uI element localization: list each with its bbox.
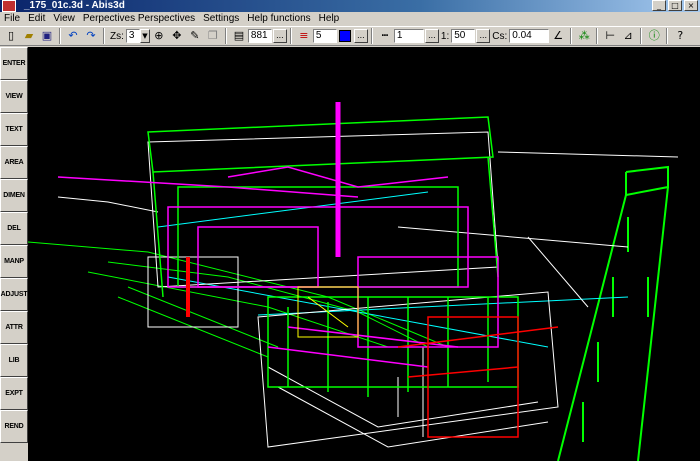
layer-field[interactable]: 881 [247,29,272,43]
toolbar-separator [224,28,227,44]
measure-icon[interactable]: ⊿ [620,28,636,44]
menu-edit[interactable]: Edit [24,12,49,26]
color-swatch[interactable] [338,30,351,42]
dimension-icon[interactable]: ⊢ [602,28,618,44]
command-enter-button[interactable]: ENTER [0,47,28,80]
menu-help-functions[interactable]: Help functions [243,12,314,26]
toolbar-separator [289,28,292,44]
pen-browse-button[interactable]: ... [353,29,368,43]
open-folder-icon[interactable]: ▰ [21,28,37,44]
save-icon[interactable]: ▣ [39,28,55,44]
toolbar-separator [666,28,669,44]
zs-label: Zs: [110,30,124,42]
pan-icon[interactable]: ✥ [169,28,185,44]
copy-icon[interactable]: ❐ [205,28,221,44]
new-file-icon[interactable]: ▯ [3,28,19,44]
menu-view[interactable]: View [49,12,79,26]
line-type-browse-button[interactable]: ... [424,29,439,43]
edit-icon[interactable]: ✎ [187,28,203,44]
cs-label: Cs: [492,30,508,42]
toolbar-separator [103,28,105,44]
wireframe-model [28,102,679,461]
menu-bar: File Edit View Perpectives Perspectives … [0,12,700,26]
angle-icon[interactable]: ∠ [550,28,566,44]
toolbar-separator [640,28,643,44]
layer-browse-button[interactable]: ... [272,29,287,43]
line-type-icon: ┅ [381,29,389,42]
layer-icon: ▤ [233,29,245,42]
menu-file[interactable]: File [0,12,24,26]
redo-icon[interactable]: ↷ [83,28,99,44]
help-icon[interactable]: ? [672,28,688,44]
cs-field[interactable]: 0.04 [509,29,550,43]
window-title: _175_01c.3d - Abis3d [24,0,125,11]
command-rend-button[interactable]: REND [0,410,28,443]
command-lib-button[interactable]: LIB [0,344,28,377]
info-icon[interactable]: ⓘ [646,28,662,44]
toolbar-separator [570,28,573,44]
title-bar: _175_01c.3d - Abis3d _ □ × [0,0,700,12]
toolbar-separator [596,28,599,44]
command-panel: ENTER VIEW TEXT AREA DIMEN DEL MANP ADJU… [0,47,28,461]
close-button[interactable]: × [684,0,698,11]
toolbar: ▯ ▰ ▣ ↶ ↷ Zs: 3 ▼ ⊕ ✥ ✎ ❐ ▤ 881 ... ≡ 5 … [0,26,700,46]
structure-outline [57,131,679,448]
zs-select[interactable]: 3 [125,29,140,43]
line-type-field[interactable]: 1 [393,29,424,43]
command-expt-button[interactable]: EXPT [0,377,28,410]
snap-points-icon[interactable]: ⁂ [576,28,592,44]
command-adjust-button[interactable]: ADJUST [0,278,28,311]
pen-color-icon: ≡ [299,29,309,42]
zoom-icon[interactable]: ⊕ [151,28,167,44]
menu-help[interactable]: Help [315,12,344,26]
app-icon[interactable] [2,0,16,12]
menu-settings[interactable]: Settings [199,12,243,26]
maximize-button[interactable]: □ [668,0,682,11]
command-manp-button[interactable]: MANP [0,245,28,278]
command-dimen-button[interactable]: DIMEN [0,179,28,212]
model-viewport[interactable] [28,47,700,461]
window-controls: _ □ × [652,0,698,11]
scale-field[interactable]: 50 [451,29,476,43]
command-attr-button[interactable]: ATTR [0,311,28,344]
scale-browse-button[interactable]: ... [476,29,491,43]
undo-icon[interactable]: ↶ [65,28,81,44]
command-area-button[interactable]: AREA [0,146,28,179]
command-view-button[interactable]: VIEW [0,80,28,113]
scale-label: 1: [440,30,450,42]
toolbar-separator [59,28,61,44]
command-del-button[interactable]: DEL [0,212,28,245]
boundary-fence [557,165,669,461]
menu-perspectives[interactable]: Perpectives Perspectives [79,12,199,26]
toolbar-separator [370,28,373,44]
structure-frame-magenta [57,102,499,368]
pen-field[interactable]: 5 [312,29,337,43]
minimize-button[interactable]: _ [652,0,666,11]
command-text-button[interactable]: TEXT [0,113,28,146]
chevron-down-icon[interactable]: ▼ [139,29,150,43]
